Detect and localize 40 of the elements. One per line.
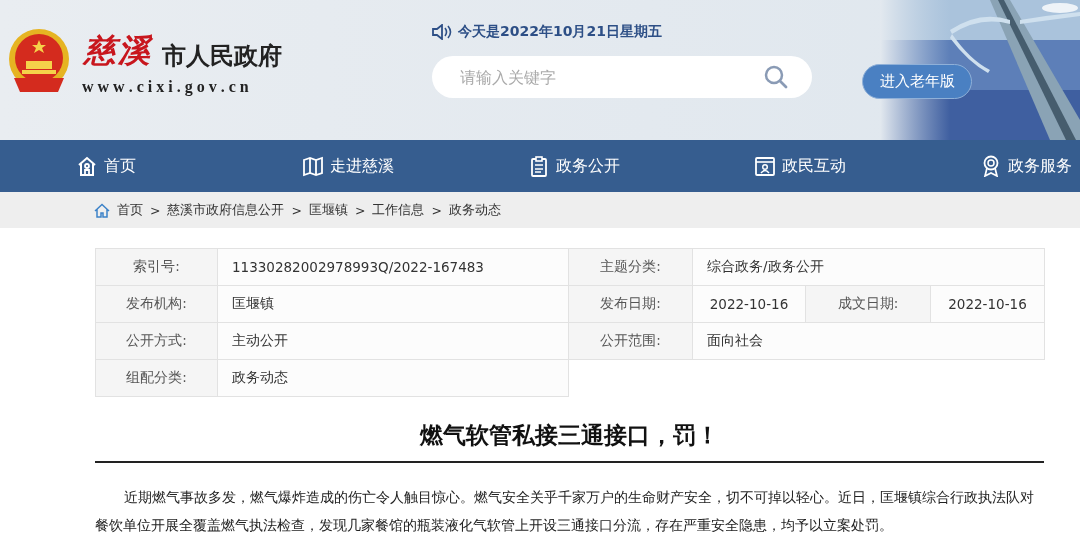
- clipboard-icon: [528, 155, 550, 177]
- field-label: 组配分类:: [95, 359, 218, 397]
- breadcrumb-separator: >: [431, 202, 442, 218]
- map-icon: [302, 155, 324, 177]
- breadcrumb-link[interactable]: 匡堰镇: [308, 201, 348, 219]
- elder-version-button[interactable]: 进入老年版: [862, 64, 972, 99]
- logo-url: w w w . c i x i . g o v . c n: [82, 78, 250, 96]
- field-value: 综合政务/政务公开: [692, 248, 1045, 286]
- breadcrumb-link[interactable]: 政务动态: [448, 201, 501, 219]
- article-paragraph: 近期燃气事故多发，燃气爆炸造成的伤亡令人触目惊心。燃气安全关乎千家万户的生命财产安全，切不可掉以轻心。近日，匡堰镇综合行政执法队对餐饮单位开展全覆盖燃气执法检查，发现几家餐馆的瓶装液化气软管上开设三通接口分流，存在严重安全隐患，均予以立案处罚。: [95, 488, 1035, 535]
- field-label: 发布日期:: [568, 285, 693, 323]
- field-label: 索引号:: [95, 248, 218, 286]
- breadcrumb-link[interactable]: 工作信息: [372, 201, 425, 219]
- home-icon: [76, 155, 98, 177]
- field-value: 政务动态: [217, 359, 569, 397]
- breadcrumb-separator: >: [150, 202, 161, 218]
- breadcrumb-link[interactable]: 慈溪市政府信息公开: [167, 201, 285, 219]
- article-title: 燃气软管私接三通接口，罚！: [95, 418, 1044, 463]
- field-label: 发布机构:: [95, 285, 218, 323]
- nav-item[interactable]: 政务公开: [528, 146, 754, 186]
- search-field[interactable]: 请输入关键字: [432, 56, 812, 98]
- search-icon[interactable]: [764, 65, 788, 89]
- nav-item[interactable]: 政务服务: [980, 146, 1072, 186]
- nav-item[interactable]: 首页: [76, 146, 302, 186]
- logo-title: 市人民政府: [162, 41, 282, 72]
- date-text: 今天是2022年10月21日星期五: [458, 23, 662, 41]
- field-label: 公开范围:: [568, 322, 693, 360]
- nav-item[interactable]: 政民互动: [754, 146, 980, 186]
- field-label: 主题分类:: [568, 248, 693, 286]
- home-icon[interactable]: [94, 202, 110, 218]
- nav-item[interactable]: 走进慈溪: [302, 146, 528, 186]
- field-value: 面向社会: [692, 322, 1045, 360]
- breadcrumb-separator: >: [291, 202, 302, 218]
- breadcrumb-link[interactable]: 首页: [117, 201, 143, 219]
- field-label: 成文日期:: [805, 285, 931, 323]
- field-label: 公开方式:: [95, 322, 218, 360]
- breadcrumb-separator: >: [354, 202, 366, 218]
- person-card-icon: [754, 155, 776, 177]
- logo-calligraphy: 慈溪: [82, 30, 154, 71]
- speaker-icon: [432, 24, 452, 40]
